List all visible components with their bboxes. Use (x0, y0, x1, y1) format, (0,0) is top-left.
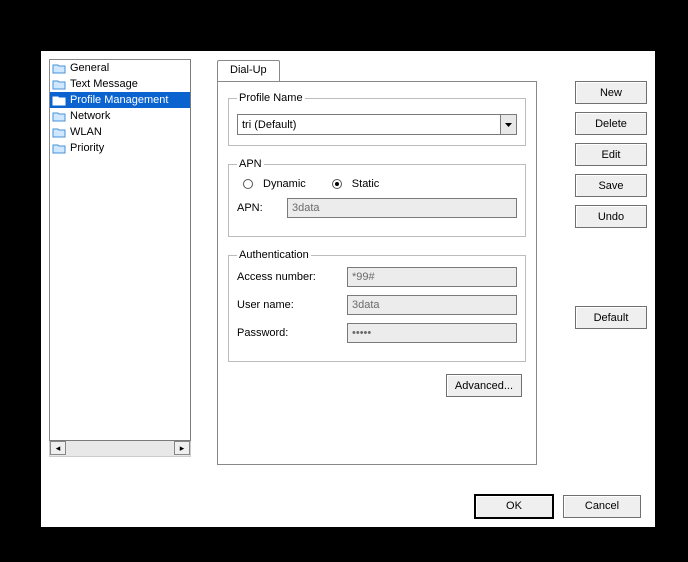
chevron-down-icon (500, 115, 516, 134)
sidebar-item-general[interactable]: General (50, 60, 190, 76)
folder-open-icon (52, 95, 66, 106)
tab-label: Dial-Up (230, 64, 267, 76)
tab-dialup[interactable]: Dial-Up (217, 60, 280, 82)
sidebar-item-profile-management[interactable]: Profile Management (50, 92, 190, 108)
profile-name-legend: Profile Name (237, 92, 305, 104)
sidebar-item-priority[interactable]: Priority (50, 140, 190, 156)
sidebar-item-label: WLAN (70, 126, 102, 138)
sidebar-hscrollbar[interactable]: ◂ ▸ (49, 441, 191, 457)
folder-icon (52, 111, 66, 122)
folder-icon (52, 143, 66, 154)
save-button[interactable]: Save (575, 174, 647, 197)
scroll-left-icon[interactable]: ◂ (50, 441, 66, 455)
password-value: ••••• (352, 327, 371, 339)
apn-dynamic-radio[interactable] (243, 179, 253, 189)
apn-field-value: 3data (292, 202, 320, 214)
sidebar-item-text-message[interactable]: Text Message (50, 76, 190, 92)
username-value: 3data (352, 299, 380, 311)
delete-button[interactable]: Delete (575, 112, 647, 135)
new-button[interactable]: New (575, 81, 647, 104)
settings-window: General Text Message Profile Management (40, 50, 656, 528)
action-column: New Delete Edit Save Undo Default (563, 59, 647, 479)
sidebar-item-wlan[interactable]: WLAN (50, 124, 190, 140)
ok-button[interactable]: OK (475, 495, 553, 518)
access-number-value: *99# (352, 271, 375, 283)
sidebar-item-label: General (70, 62, 109, 74)
access-number-field[interactable]: *99# (347, 267, 517, 287)
apn-field[interactable]: 3data (287, 198, 517, 218)
sidebar-item-network[interactable]: Network (50, 108, 190, 124)
edit-button[interactable]: Edit (575, 143, 647, 166)
apn-dynamic-label: Dynamic (263, 178, 306, 190)
folder-icon (52, 79, 66, 90)
default-button[interactable]: Default (575, 306, 647, 329)
profile-name-group: Profile Name tri (Default) (228, 92, 526, 146)
advanced-button[interactable]: Advanced... (446, 374, 522, 397)
folder-icon (52, 127, 66, 138)
cancel-button[interactable]: Cancel (563, 495, 641, 518)
tab-panel: Profile Name tri (Default) APN Dynamic (217, 81, 537, 465)
access-number-label: Access number: (237, 271, 347, 283)
folder-icon (52, 63, 66, 74)
apn-static-radio[interactable] (332, 179, 342, 189)
username-label: User name: (237, 299, 347, 311)
nav-tree: General Text Message Profile Management (49, 59, 191, 441)
profile-name-select[interactable]: tri (Default) (237, 114, 517, 135)
apn-field-label: APN: (237, 202, 287, 214)
sidebar-item-label: Priority (70, 142, 104, 154)
scroll-right-icon[interactable]: ▸ (174, 441, 190, 455)
auth-legend: Authentication (237, 249, 311, 261)
profile-name-value: tri (Default) (238, 119, 500, 131)
password-field[interactable]: ••••• (347, 323, 517, 343)
username-field[interactable]: 3data (347, 295, 517, 315)
sidebar-item-label: Text Message (70, 78, 138, 90)
undo-button[interactable]: Undo (575, 205, 647, 228)
sidebar-item-label: Network (70, 110, 110, 122)
apn-static-label: Static (352, 178, 380, 190)
tab-bar: Dial-Up (217, 59, 563, 81)
sidebar-item-label: Profile Management (70, 94, 168, 106)
apn-legend: APN (237, 158, 264, 170)
password-label: Password: (237, 327, 347, 339)
auth-group: Authentication Access number: *99# User … (228, 249, 526, 362)
apn-group: APN Dynamic Static APN: 3data (228, 158, 526, 237)
dialog-footer: OK Cancel (41, 487, 655, 525)
